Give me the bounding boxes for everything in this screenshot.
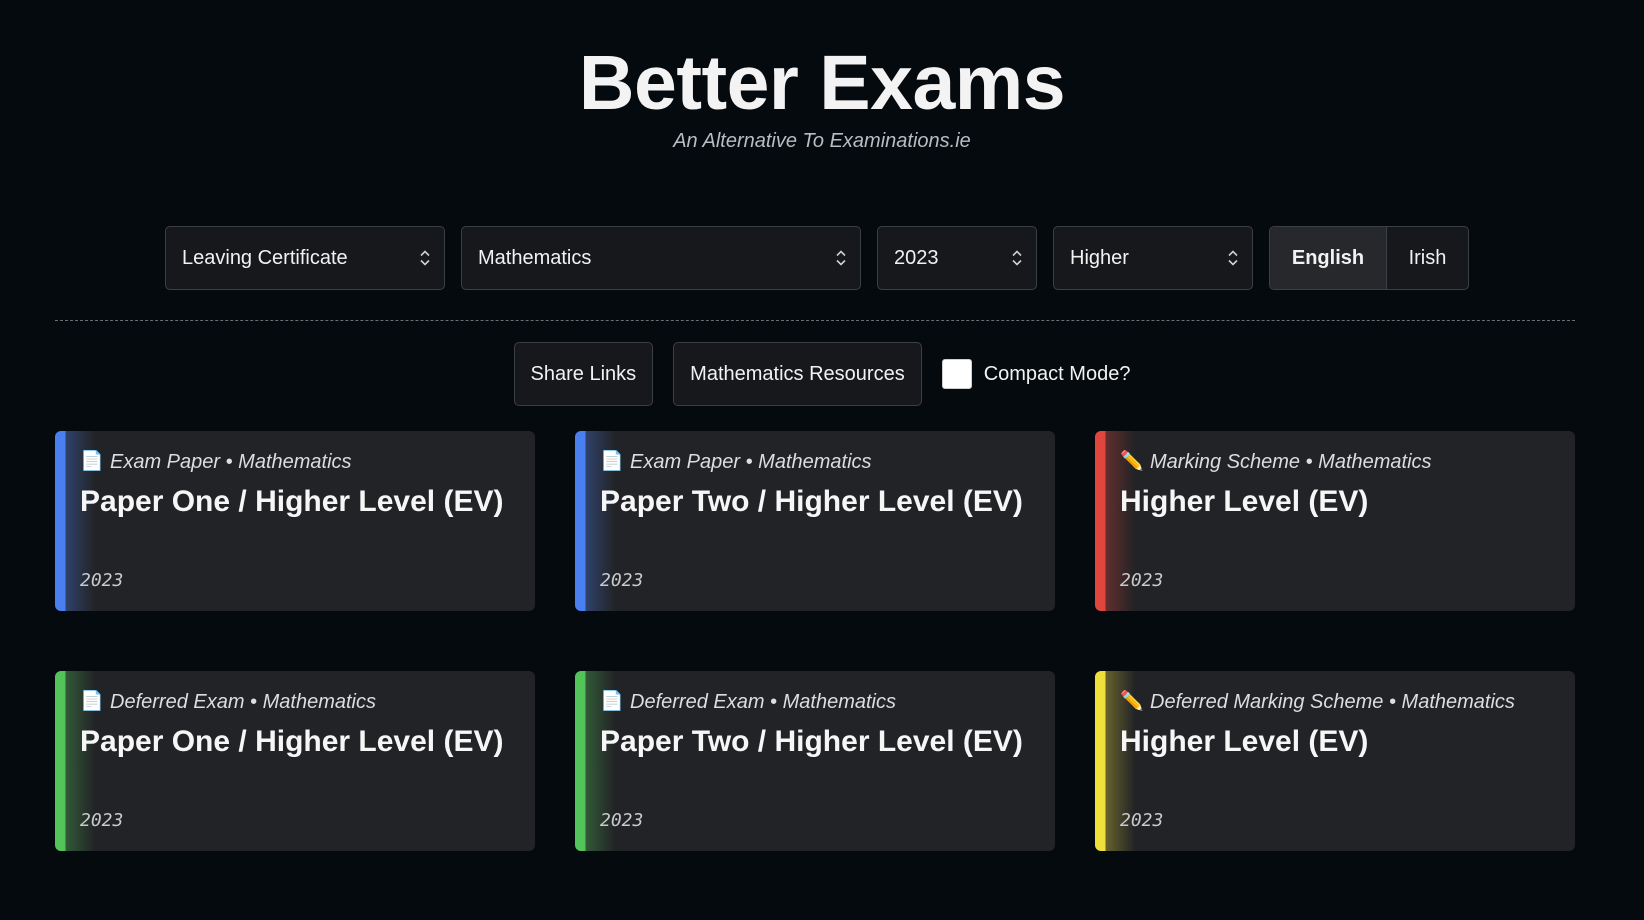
card-year: 2023 — [600, 570, 644, 591]
page-subtitle: An Alternative To Examinations.ie — [673, 130, 971, 152]
compact-mode-checkbox[interactable] — [941, 359, 972, 389]
level-select[interactable]: Higher — [1053, 226, 1253, 290]
pencil-icon: ✏️ — [1120, 451, 1144, 472]
card-meta-text: Marking Scheme • Mathematics — [1150, 451, 1432, 473]
card-meta: ✏️ Marking Scheme • Mathematics — [1120, 449, 1555, 475]
card-meta-text: Deferred Marking Scheme • Mathematics — [1150, 691, 1515, 713]
language-english-button[interactable]: English — [1270, 227, 1386, 289]
subject-select[interactable]: Mathematics — [461, 226, 861, 290]
divider — [55, 320, 1575, 321]
pencil-icon: ✏️ — [1120, 691, 1144, 712]
compact-mode-toggle[interactable]: Compact Mode? — [941, 359, 1131, 389]
card-meta: 📄 Deferred Exam • Mathematics — [600, 689, 1035, 715]
document-icon: 📄 — [80, 451, 104, 472]
action-bar: Share Links Mathematics Resources Compac… — [0, 342, 1644, 406]
select-chevron-icon — [1012, 250, 1022, 267]
card-title: Paper Two / Higher Level (EV) — [600, 485, 1023, 518]
card-title: Paper Two / Higher Level (EV) — [600, 725, 1023, 758]
certificate-select-value: Leaving Certificate — [182, 246, 348, 269]
document-icon: 📄 — [600, 451, 624, 472]
card-meta-text: Exam Paper • Mathematics — [630, 451, 872, 473]
card-meta-text: Exam Paper • Mathematics — [110, 451, 352, 473]
card-meta-text: Deferred Exam • Mathematics — [630, 691, 896, 713]
card-meta: 📄 Exam Paper • Mathematics — [600, 449, 1035, 475]
subject-select-value: Mathematics — [478, 246, 592, 269]
card-year: 2023 — [1120, 810, 1164, 831]
card-year: 2023 — [80, 570, 124, 591]
page: Better Exams An Alternative To Examinati… — [0, 0, 1644, 920]
paper-card[interactable]: 📄 Deferred Exam • Mathematics Paper Two … — [575, 671, 1055, 851]
year-select[interactable]: 2023 — [877, 226, 1037, 290]
document-icon: 📄 — [80, 691, 104, 712]
card-meta-text: Deferred Exam • Mathematics — [110, 691, 376, 713]
card-year: 2023 — [80, 810, 124, 831]
language-toggle: English Irish — [1269, 226, 1469, 290]
paper-card[interactable]: 📄 Deferred Exam • Mathematics Paper One … — [55, 671, 535, 851]
paper-grid: 📄 Exam Paper • Mathematics Paper One / H… — [55, 431, 1575, 851]
level-select-value: Higher — [1070, 246, 1129, 269]
subject-resources-button[interactable]: Mathematics Resources — [673, 342, 922, 406]
card-title: Paper One / Higher Level (EV) — [80, 485, 504, 518]
select-chevron-icon — [420, 250, 430, 267]
card-meta: ✏️ Deferred Marking Scheme • Mathematics — [1120, 689, 1555, 715]
card-meta: 📄 Deferred Exam • Mathematics — [80, 689, 515, 715]
certificate-select[interactable]: Leaving Certificate — [165, 226, 445, 290]
share-links-button[interactable]: Share Links — [513, 342, 654, 406]
page-title: Better Exams — [578, 40, 1066, 126]
card-meta: 📄 Exam Paper • Mathematics — [80, 449, 515, 475]
paper-card[interactable]: 📄 Exam Paper • Mathematics Paper One / H… — [55, 431, 535, 611]
paper-card[interactable]: ✏️ Marking Scheme • Mathematics Higher L… — [1095, 431, 1575, 611]
card-title: Paper One / Higher Level (EV) — [80, 725, 504, 758]
compact-mode-label: Compact Mode? — [983, 362, 1131, 385]
paper-card[interactable]: ✏️ Deferred Marking Scheme • Mathematics… — [1095, 671, 1575, 851]
paper-card[interactable]: 📄 Exam Paper • Mathematics Paper Two / H… — [575, 431, 1055, 611]
card-year: 2023 — [1120, 570, 1164, 591]
card-year: 2023 — [600, 810, 644, 831]
select-chevron-icon — [1228, 250, 1238, 267]
document-icon: 📄 — [600, 691, 624, 712]
card-title: Higher Level (EV) — [1120, 485, 1369, 518]
card-title: Higher Level (EV) — [1120, 725, 1369, 758]
filter-bar: Leaving Certificate Mathematics 2023 Hig… — [165, 226, 1469, 290]
select-chevron-icon — [836, 250, 846, 267]
language-irish-button[interactable]: Irish — [1386, 227, 1468, 289]
year-select-value: 2023 — [894, 246, 939, 269]
